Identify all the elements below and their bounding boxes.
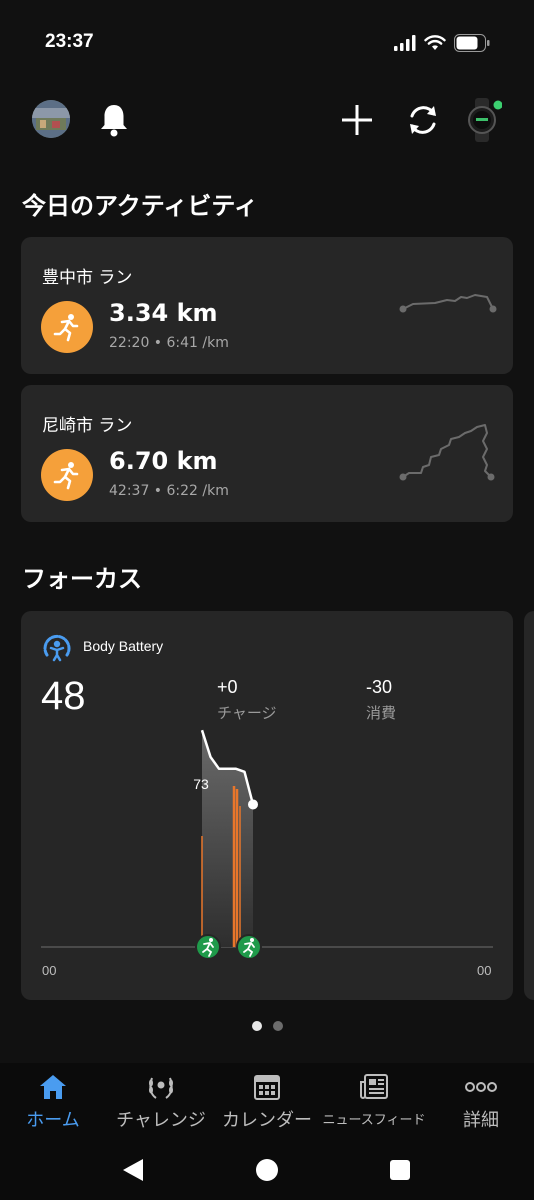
newsfeed-icon bbox=[360, 1074, 388, 1099]
nav-newsfeed[interactable]: ニュースフィード bbox=[322, 1063, 426, 1143]
home-icon bbox=[40, 1075, 66, 1099]
home-circle-icon[interactable] bbox=[255, 1158, 279, 1182]
x-axis-end-label: 00 bbox=[477, 963, 492, 978]
status-icons bbox=[394, 34, 490, 52]
nav-calendar[interactable]: カレンダー bbox=[220, 1063, 314, 1143]
x-axis-start-label: 00 bbox=[42, 963, 57, 978]
system-navigation-bar bbox=[0, 1143, 534, 1200]
nav-home[interactable]: ホーム bbox=[22, 1063, 84, 1143]
activity-meta: 22:20 • 6:41 /km bbox=[109, 335, 229, 351]
activity-distance: 3.34 km bbox=[109, 299, 218, 327]
laurel-icon bbox=[149, 1077, 173, 1099]
battery-icon bbox=[454, 34, 490, 52]
focus-title: フォーカス bbox=[22, 565, 142, 593]
status-time: 23:37 bbox=[45, 31, 94, 52]
wifi-icon bbox=[424, 35, 446, 50]
nav-home-label: ホーム bbox=[26, 1110, 80, 1131]
recents-square-icon[interactable] bbox=[389, 1159, 411, 1181]
page-dot-active[interactable] bbox=[252, 1021, 262, 1031]
bottom-navigation: ホーム チャレンジ カレンダー ニュースフィード 詳細 bbox=[0, 1063, 534, 1143]
route-map-thumbnail bbox=[399, 424, 495, 481]
chart-area bbox=[202, 730, 253, 947]
page-indicator bbox=[252, 1021, 283, 1031]
activity-distance: 6.70 km bbox=[109, 447, 218, 475]
more-icon bbox=[465, 1082, 497, 1092]
back-icon[interactable] bbox=[122, 1158, 144, 1182]
running-icon bbox=[41, 449, 93, 501]
nav-calendar-label: カレンダー bbox=[222, 1110, 312, 1131]
activity-card[interactable]: 尼崎市 ラン 6.70 km 42:37 • 6:22 /km bbox=[21, 385, 513, 522]
run-marker-icon bbox=[195, 934, 221, 960]
notifications-bell-icon[interactable] bbox=[92, 98, 136, 142]
signal-icon bbox=[394, 35, 416, 51]
peak-label: 73 bbox=[193, 776, 209, 792]
top-app-bar bbox=[0, 80, 534, 158]
today-activity-title: 今日のアクティビティ bbox=[22, 192, 258, 220]
activity-name: 尼崎市 ラン bbox=[42, 416, 133, 436]
body-battery-chart: 73 bbox=[41, 729, 493, 960]
add-icon[interactable] bbox=[335, 98, 379, 142]
watch-device-icon[interactable] bbox=[460, 98, 504, 142]
nav-challenge-label: チャレンジ bbox=[116, 1110, 206, 1131]
next-focus-card[interactable] bbox=[524, 611, 534, 1000]
activity-name: 豊中市 ラン bbox=[42, 268, 133, 288]
page-dot[interactable] bbox=[273, 1021, 283, 1031]
nav-challenge[interactable]: チャレンジ bbox=[113, 1063, 209, 1143]
running-icon bbox=[41, 301, 93, 353]
run-marker-icon bbox=[236, 934, 262, 960]
body-battery-card[interactable]: Body Battery 48 +0 チャージ -30 消費 73 00 00 bbox=[21, 611, 513, 1000]
calendar-icon bbox=[254, 1075, 280, 1100]
activity-card[interactable]: 豊中市 ラン 3.34 km 22:20 • 6:41 /km bbox=[21, 237, 513, 374]
nav-newsfeed-label: ニュースフィード bbox=[322, 1113, 426, 1128]
activity-meta: 42:37 • 6:22 /km bbox=[109, 483, 229, 499]
nav-more[interactable]: 詳細 bbox=[448, 1063, 514, 1143]
status-bar: 23:37 bbox=[0, 0, 534, 80]
current-value-point bbox=[248, 799, 258, 810]
avatar[interactable] bbox=[32, 100, 70, 138]
nav-more-label: 詳細 bbox=[463, 1110, 499, 1131]
route-map-thumbnail bbox=[399, 294, 497, 313]
sync-icon[interactable] bbox=[401, 98, 445, 142]
